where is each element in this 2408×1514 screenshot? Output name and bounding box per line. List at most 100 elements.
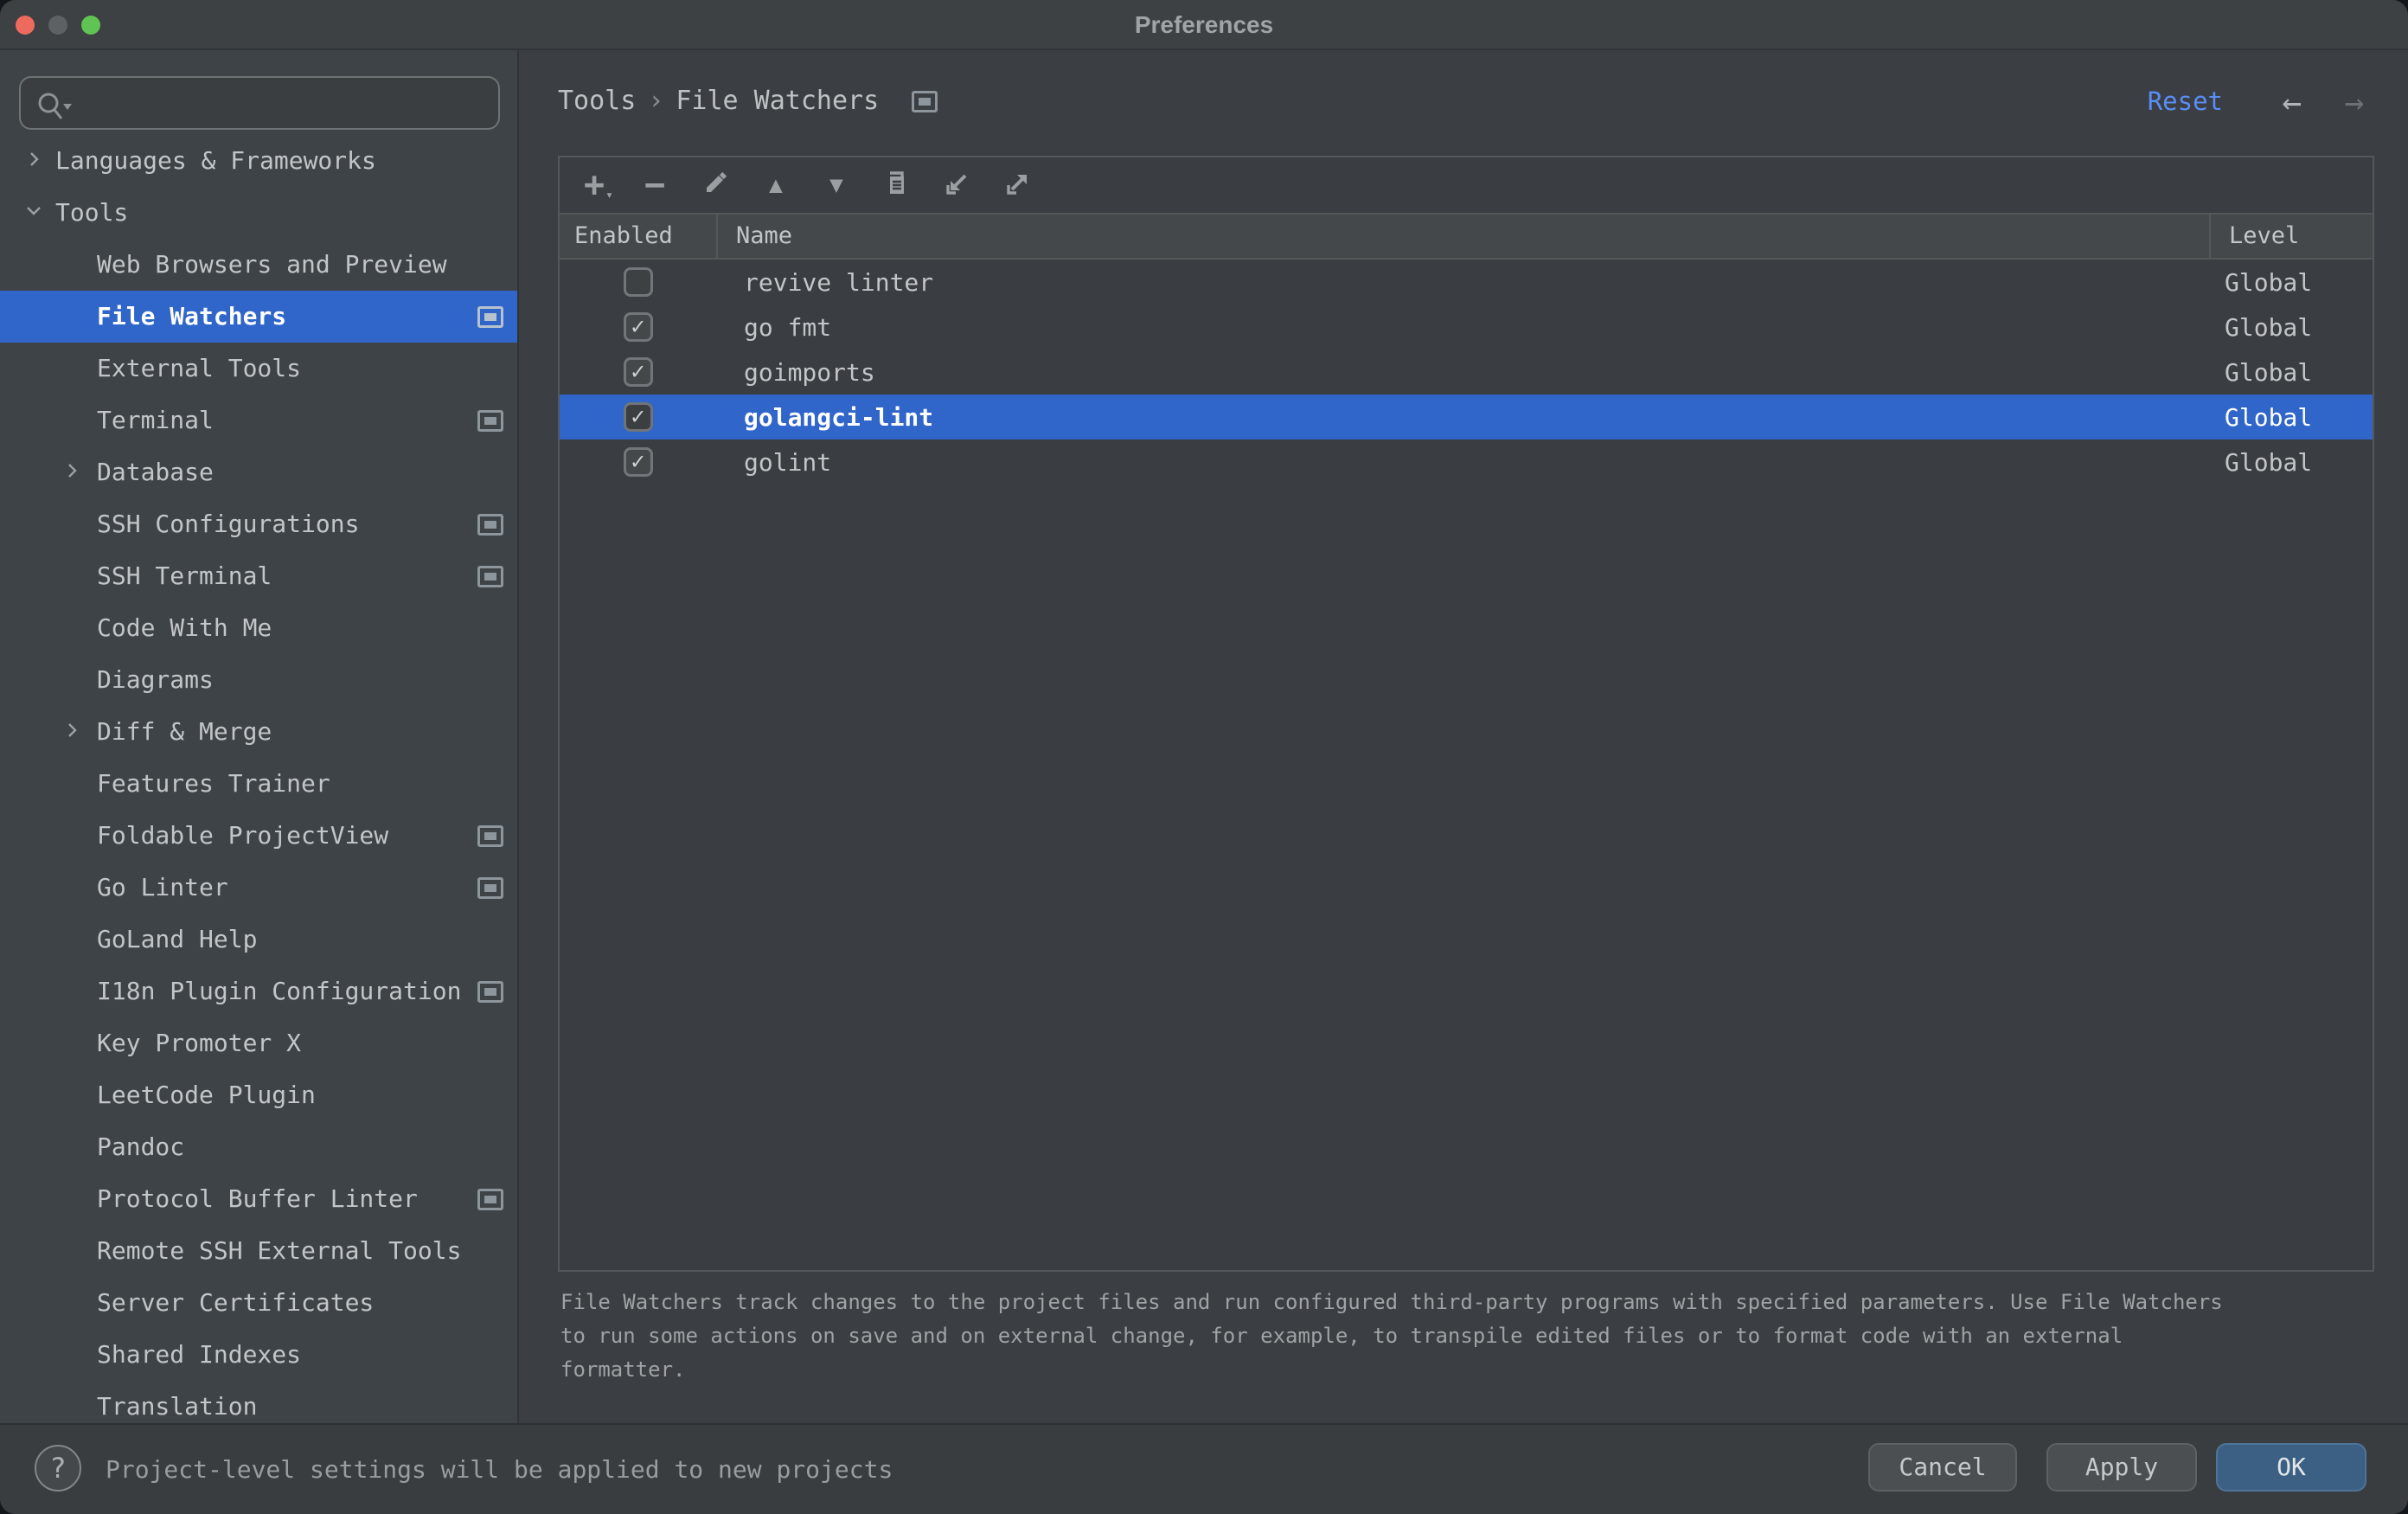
remove-watcher-button[interactable]: − <box>639 168 670 202</box>
sidebar-item-label: Features Trainer <box>97 758 330 810</box>
sidebar-item-label: Languages & Frameworks <box>55 135 376 187</box>
sidebar-item-ssh-configurations[interactable]: SSH Configurations <box>0 498 519 550</box>
watchers-table-body: revive linterGlobal✓go fmtGlobal✓goimpor… <box>560 260 2373 484</box>
forward-arrow-button[interactable]: → <box>2335 83 2373 121</box>
sidebar-item-key-promoter-x[interactable]: Key Promoter X <box>0 1017 519 1069</box>
sidebar-item-label: Code With Me <box>97 602 272 654</box>
watcher-level: Global <box>2209 268 2373 297</box>
settings-search-box[interactable] <box>19 76 500 130</box>
sidebar-item-label: Diff & Merge <box>97 706 272 758</box>
watcher-name: goimports <box>716 358 2209 387</box>
chevron-down-icon <box>24 202 43 221</box>
export-watcher-button[interactable] <box>1002 168 1034 202</box>
import-icon <box>942 168 973 202</box>
breadcrumb-file-watchers[interactable]: File Watchers <box>676 86 879 116</box>
apply-button[interactable]: Apply <box>2046 1443 2197 1492</box>
enabled-checkbox[interactable]: ✓ <box>624 402 653 432</box>
sidebar-item-diagrams[interactable]: Diagrams <box>0 654 519 706</box>
sidebar-item-label: File Watchers <box>97 291 286 343</box>
sidebar-item-i18n-plugin-configuration[interactable]: I18n Plugin Configuration <box>0 965 519 1017</box>
sidebar-item-external-tools[interactable]: External Tools <box>0 343 519 395</box>
titlebar: Preferences <box>0 0 2408 50</box>
cancel-button[interactable]: Cancel <box>1868 1443 2017 1492</box>
watcher-row-go-fmt[interactable]: ✓ go fmtGlobal <box>560 305 2373 350</box>
sidebar-item-label: Shared Indexes <box>97 1329 301 1381</box>
ok-button[interactable]: OK <box>2216 1443 2366 1492</box>
sidebar-item-terminal[interactable]: Terminal <box>0 395 519 446</box>
watcher-row-golangci-lint[interactable]: ✓golangci-lintGlobal <box>560 395 2373 439</box>
per-project-monitor-icon <box>477 410 503 432</box>
watchers-toolbar: +▾ − ▲ ▼ <box>560 157 2373 215</box>
sidebar-item-label: I18n Plugin Configuration <box>97 965 461 1017</box>
per-project-monitor-icon <box>912 91 938 112</box>
reset-link[interactable]: Reset <box>2148 50 2223 152</box>
breadcrumb-tools[interactable]: Tools <box>558 86 636 116</box>
help-button[interactable]: ? <box>35 1445 81 1492</box>
watcher-level: Global <box>2209 358 2373 387</box>
enabled-checkbox[interactable]: ✓ <box>624 312 653 342</box>
back-arrow-button[interactable]: ← <box>2273 83 2311 121</box>
watcher-row-goimports[interactable]: ✓ goimportsGlobal <box>560 350 2373 395</box>
sidebar-item-foldable-projectview[interactable]: Foldable ProjectView <box>0 810 519 862</box>
sidebar-item-label: Pandoc <box>97 1121 184 1173</box>
watcher-row-revive-linter[interactable]: revive linterGlobal <box>560 260 2373 305</box>
watcher-name: golangci-lint <box>716 403 2209 432</box>
sidebar-item-goland-help[interactable]: GoLand Help <box>0 914 519 965</box>
watcher-level: Global <box>2209 448 2373 477</box>
sidebar-item-database[interactable]: Database <box>0 446 519 498</box>
duplicate-watcher-button[interactable] <box>881 168 913 202</box>
watcher-level: Global <box>2209 313 2373 342</box>
per-project-monitor-icon <box>477 825 503 847</box>
sidebar-item-pandoc[interactable]: Pandoc <box>0 1121 519 1173</box>
enabled-cell <box>560 267 716 297</box>
breadcrumb: Tools›File Watchers <box>558 50 938 152</box>
sidebar-item-web-browsers-and-preview[interactable]: Web Browsers and Preview <box>0 239 519 291</box>
sidebar-item-remote-ssh-external-tools[interactable]: Remote SSH External Tools <box>0 1225 519 1277</box>
enabled-checkbox[interactable]: ✓ <box>624 447 653 477</box>
chevron-right-icon <box>62 721 81 740</box>
sidebar-item-languages-frameworks[interactable]: Languages & Frameworks <box>0 135 519 187</box>
project-level-hint: Project-level settings will be applied t… <box>106 1425 893 1514</box>
search-input[interactable] <box>85 81 483 125</box>
import-watcher-button[interactable] <box>942 168 973 202</box>
description-line: File Watchers track changes to the proje… <box>560 1286 2387 1319</box>
sidebar-item-go-linter[interactable]: Go Linter <box>0 862 519 914</box>
sidebar-item-code-with-me[interactable]: Code With Me <box>0 602 519 654</box>
enabled-checkbox[interactable] <box>624 267 653 297</box>
sidebar-item-tools[interactable]: Tools <box>0 187 519 239</box>
chevron-right-icon <box>62 461 81 480</box>
column-header-name: Name <box>716 215 2209 258</box>
sidebar-item-features-trainer[interactable]: Features Trainer <box>0 758 519 810</box>
description-line: to run some actions on save and on exter… <box>560 1319 2387 1353</box>
edit-watcher-button[interactable] <box>700 168 731 202</box>
sidebar-item-protocol-buffer-linter[interactable]: Protocol Buffer Linter <box>0 1173 519 1225</box>
sidebar-item-label: Diagrams <box>97 654 214 706</box>
sidebar-item-file-watchers[interactable]: File Watchers <box>0 291 519 343</box>
sidebar-item-label: SSH Terminal <box>97 550 272 602</box>
enabled-checkbox[interactable]: ✓ <box>624 357 653 387</box>
watcher-name: golint <box>716 448 2209 477</box>
watcher-name: revive linter <box>716 268 2209 297</box>
preferences-window: Preferences Languages & FrameworksToolsW… <box>0 0 2408 1514</box>
sidebar-item-shared-indexes[interactable]: Shared Indexes <box>0 1329 519 1381</box>
add-icon: +▾ <box>584 170 605 201</box>
file-watchers-panel: +▾−▲▼ Enabled Name Level revive linterGl… <box>558 156 2374 1272</box>
sidebar-item-label: Database <box>97 446 214 498</box>
move-down-watcher-button[interactable]: ▼ <box>821 168 852 202</box>
settings-sidebar: Languages & FrameworksToolsWeb Browsers … <box>0 50 519 1423</box>
watcher-name: go fmt <box>716 313 2209 342</box>
sidebar-item-label: SSH Configurations <box>97 498 359 550</box>
sidebar-item-ssh-terminal[interactable]: SSH Terminal <box>0 550 519 602</box>
sidebar-item-translation[interactable]: Translation <box>0 1381 519 1423</box>
sidebar-item-diff-merge[interactable]: Diff & Merge <box>0 706 519 758</box>
chevron-right-icon <box>24 150 43 169</box>
description-line: formatter. <box>560 1353 2387 1387</box>
sidebar-item-server-certificates[interactable]: Server Certificates <box>0 1277 519 1329</box>
move-up-watcher-button[interactable]: ▲ <box>760 168 791 202</box>
add-watcher-button[interactable]: +▾ <box>579 168 610 202</box>
per-project-monitor-icon <box>477 306 503 328</box>
enabled-cell: ✓ <box>560 447 716 477</box>
watcher-row-golint[interactable]: ✓ golintGlobal <box>560 439 2373 484</box>
sidebar-item-leetcode-plugin[interactable]: LeetCode Plugin <box>0 1069 519 1121</box>
sidebar-item-label: Go Linter <box>97 862 228 914</box>
